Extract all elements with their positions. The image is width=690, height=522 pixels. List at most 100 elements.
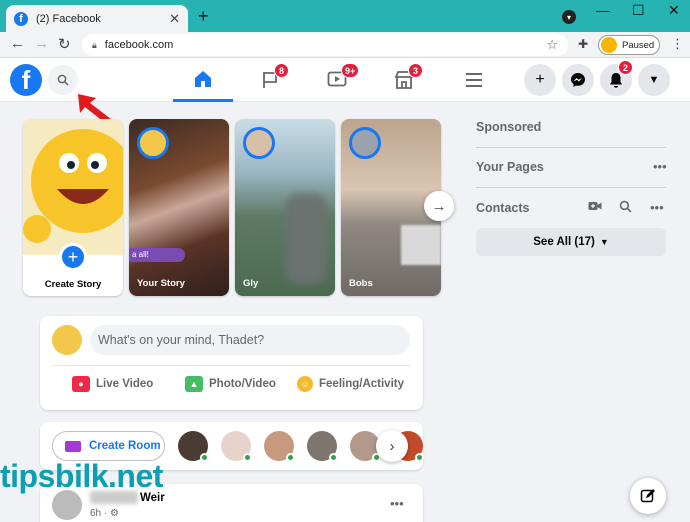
- user-avatar: [52, 325, 82, 355]
- close-tab-icon[interactable]: ✕: [169, 11, 180, 27]
- browser-tab[interactable]: f (2) Facebook ✕: [6, 5, 188, 32]
- contact-avatar[interactable]: [307, 431, 338, 462]
- watch-badge: 9+: [341, 63, 360, 78]
- online-dot: [286, 453, 295, 462]
- facebook-logo-icon[interactable]: f: [10, 64, 42, 96]
- contacts-heading: Contacts: [476, 201, 530, 215]
- feeling-activity-label: Feeling/Activity: [319, 378, 404, 390]
- divider: [52, 365, 411, 366]
- messenger-icon[interactable]: [562, 64, 594, 96]
- story-avatar: [243, 127, 275, 159]
- nav-pages[interactable]: 8: [240, 58, 300, 102]
- whats-on-your-mind-input[interactable]: What's on your mind, Thadet?: [90, 325, 410, 355]
- stories-next-arrow-icon[interactable]: →: [424, 191, 454, 221]
- notifications-badge: 2: [618, 60, 633, 75]
- facebook-favicon-icon: f: [14, 11, 28, 26]
- tab-title: (2) Facebook: [36, 12, 101, 25]
- online-dot: [415, 453, 424, 462]
- divider: [476, 147, 666, 148]
- create-room-button[interactable]: Create Room: [52, 431, 165, 461]
- minimize-icon[interactable]: —: [596, 2, 610, 18]
- video-camera-icon: [65, 440, 81, 452]
- tab-search-icon[interactable]: ▾: [562, 10, 576, 24]
- profile-status: Paused: [622, 39, 655, 51]
- contact-avatar[interactable]: [264, 431, 295, 462]
- story-card-gly[interactable]: Gly: [235, 119, 335, 296]
- home-icon: [195, 70, 211, 87]
- post-options-icon[interactable]: •••: [390, 496, 404, 511]
- nav-menu[interactable]: [444, 58, 504, 102]
- create-story-plus-icon[interactable]: +: [59, 243, 87, 271]
- post-time: 6h · ⚙: [90, 508, 119, 519]
- feeling-icon: ☺: [297, 376, 313, 392]
- close-window-icon[interactable]: ✕: [668, 2, 680, 19]
- story-avatar: [137, 127, 169, 159]
- story-card-your-story[interactable]: a all! Your Story: [129, 119, 229, 296]
- live-video-button[interactable]: ● Live Video: [72, 376, 153, 392]
- story-background: [401, 225, 441, 265]
- search-icon[interactable]: [48, 65, 78, 95]
- new-tab-icon[interactable]: +: [198, 6, 209, 27]
- see-all-label: See All (17): [533, 236, 595, 248]
- photo-icon: ▲: [185, 376, 203, 392]
- photo-video-button[interactable]: ▲ Photo/Video: [185, 376, 276, 392]
- create-story-image: [23, 119, 123, 255]
- sponsored-heading: Sponsored: [476, 120, 542, 134]
- reload-icon[interactable]: ↻: [58, 35, 71, 53]
- live-video-label: Live Video: [96, 378, 154, 390]
- see-all-button[interactable]: See All (17) ▼: [476, 228, 666, 256]
- marketplace-badge: 3: [408, 63, 423, 78]
- menu-icon: [466, 73, 482, 87]
- nav-home[interactable]: [173, 58, 233, 102]
- account-chevron-down-icon[interactable]: ▼: [638, 64, 670, 96]
- back-icon[interactable]: ←: [10, 35, 25, 52]
- online-dot: [200, 453, 209, 462]
- blurred-person: [285, 194, 327, 284]
- pages-badge: 8: [274, 63, 289, 78]
- create-plus-icon[interactable]: +: [524, 64, 556, 96]
- extensions-puzzle-icon[interactable]: ✚: [578, 37, 588, 51]
- new-room-video-icon[interactable]: [588, 200, 602, 215]
- online-dot: [243, 453, 252, 462]
- address-bar[interactable]: 🔒︎ facebook.com ☆: [82, 34, 568, 56]
- maximize-icon[interactable]: ☐: [632, 2, 645, 19]
- bookmark-star-icon[interactable]: ☆: [546, 37, 558, 53]
- story-avatar: [349, 127, 381, 159]
- story-label: Bobs: [349, 278, 373, 289]
- your-pages-options-icon[interactable]: •••: [653, 159, 667, 174]
- rooms-next-arrow-icon[interactable]: ›: [376, 430, 408, 462]
- browser-menu-icon[interactable]: ⋮: [671, 36, 684, 52]
- profile-avatar: [601, 37, 617, 53]
- feeling-activity-button[interactable]: ☺ Feeling/Activity: [297, 376, 404, 392]
- smiley-emoji-icon: [23, 119, 123, 255]
- online-dot: [329, 453, 338, 462]
- new-message-edit-icon[interactable]: [630, 478, 666, 514]
- photo-video-label: Photo/Video: [209, 378, 276, 390]
- your-pages-heading: Your Pages: [476, 160, 544, 174]
- divider: [476, 187, 666, 188]
- watermark-text: tipsbilk.net: [0, 458, 163, 494]
- story-sticker: a all!: [129, 248, 185, 262]
- create-room-label: Create Room: [89, 440, 161, 452]
- story-label: Your Story: [137, 278, 185, 289]
- live-video-icon: ●: [72, 376, 90, 392]
- contacts-options-icon[interactable]: •••: [650, 200, 664, 215]
- browser-tab-bar: f (2) Facebook ✕ + ▾ — ☐ ✕: [0, 0, 690, 32]
- profile-button[interactable]: Paused: [598, 35, 660, 55]
- screen: f (2) Facebook ✕ + ▾ — ☐ ✕ ← → ↻ 🔒︎ face…: [0, 0, 690, 522]
- forward-icon[interactable]: →: [34, 35, 49, 52]
- post-composer: What's on your mind, Thadet? ● Live Vide…: [40, 316, 423, 410]
- settings-gear-icon: ⚙: [110, 508, 119, 519]
- nav-watch[interactable]: 9+: [307, 58, 367, 102]
- post-time-text: 6h ·: [90, 508, 108, 519]
- story-card-create[interactable]: + Create Story: [23, 119, 123, 296]
- lock-icon: 🔒︎: [92, 39, 97, 50]
- story-label: Create Story: [44, 279, 102, 290]
- nav-marketplace[interactable]: 3: [374, 58, 434, 102]
- contact-avatar[interactable]: [178, 431, 209, 462]
- contact-avatar[interactable]: [221, 431, 252, 462]
- contacts-search-icon[interactable]: [619, 200, 632, 216]
- browser-toolbar: ← → ↻ 🔒︎ facebook.com ☆ ✚ Paused ⋮: [0, 32, 690, 58]
- story-label: Gly: [243, 278, 259, 289]
- url-text: facebook.com: [104, 39, 174, 51]
